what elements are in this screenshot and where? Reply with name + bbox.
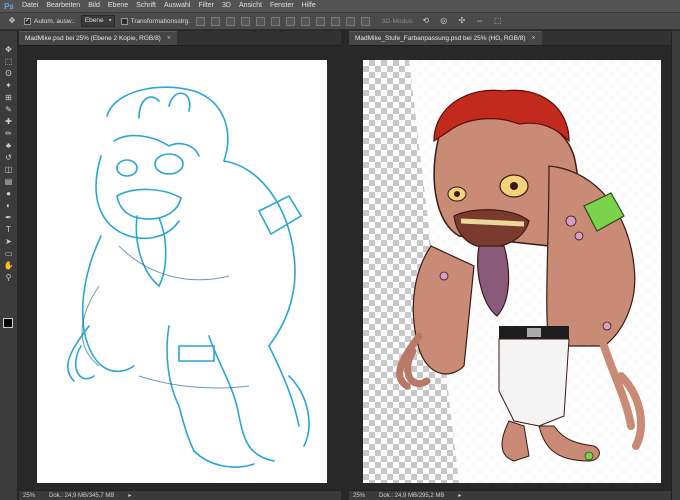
transform-controls-label: Transformationsstrg. xyxy=(130,17,190,25)
3d-rotate-icon[interactable]: ⟲ xyxy=(420,16,432,26)
menu-hilfe[interactable]: Hilfe xyxy=(298,0,320,12)
menu-filter[interactable]: Filter xyxy=(194,0,218,12)
menu-bild[interactable]: Bild xyxy=(84,0,104,12)
menu-fenster[interactable]: Fenster xyxy=(266,0,298,12)
zoom-icon[interactable]: ⚲ xyxy=(3,273,15,283)
move-icon[interactable]: ✥ xyxy=(3,45,15,55)
healing-icon[interactable]: ✚ xyxy=(3,117,15,127)
dodge-icon[interactable]: ◐ xyxy=(3,201,15,211)
status-bar-right: 25% Dok.: 24,9 MB/295,2 MB ▸ xyxy=(349,490,671,500)
doc-info-right: Dok.: 24,9 MB/295,2 MB xyxy=(379,492,445,499)
distribute-left-icon[interactable] xyxy=(331,16,340,26)
distribute-right-icon[interactable] xyxy=(361,16,370,26)
toolbox: ✥ ⬚ ʘ ✦ ⊞ ✎ ✚ ✏ ♣ ↺ ◫ ▤ ● ◐ ✒ T ➤ ▭ ✋ ⚲ xyxy=(0,31,18,500)
align-right-icon[interactable] xyxy=(271,16,280,26)
transform-controls-option[interactable]: Transformationsstrg. xyxy=(120,17,190,25)
photoshop-logo: Ps xyxy=(4,1,14,11)
menu-ansicht[interactable]: Ansicht xyxy=(235,0,266,12)
auto-select-dropdown[interactable]: Ebene xyxy=(80,15,115,27)
distribute-bottom-icon[interactable] xyxy=(316,16,325,26)
menu-3d[interactable]: 3D xyxy=(218,0,235,12)
marquee-icon[interactable]: ⬚ xyxy=(3,57,15,67)
brush-icon[interactable]: ✏ xyxy=(3,129,15,139)
type-icon[interactable]: T xyxy=(3,225,15,235)
shape-icon[interactable]: ▭ xyxy=(3,249,15,259)
3d-roll-icon[interactable]: ◎ xyxy=(438,16,450,26)
zoom-level-right[interactable]: 25% xyxy=(353,493,365,499)
blur-icon[interactable]: ● xyxy=(3,189,15,199)
crop-icon[interactable]: ⊞ xyxy=(3,93,15,103)
tab-title-right: MadMike_Stufe_Farbanpassung.psd bei 25% … xyxy=(355,35,526,42)
options-bar: ✥ ✓ Autom. ausw.: Ebene Transformationss… xyxy=(0,13,680,30)
status-arrow-icon[interactable]: ▸ xyxy=(458,492,461,499)
canvas-area-right[interactable] xyxy=(349,46,671,490)
stamp-icon[interactable]: ♣ xyxy=(3,141,15,151)
auto-select-label: Autom. ausw.: xyxy=(34,17,75,25)
lasso-icon[interactable]: ʘ xyxy=(3,69,15,79)
close-icon[interactable]: × xyxy=(167,35,171,42)
transform-controls-checkbox[interactable] xyxy=(120,17,128,25)
align-vcenter-icon[interactable] xyxy=(211,16,220,26)
status-bar-left: 25% Dok.: 24,9 MB/345,7 MB ▸ xyxy=(19,490,341,500)
tab-madmike[interactable]: MadMike.psd bei 25% (Ebene 2 Kopie, RGB/… xyxy=(19,31,177,45)
auto-select-checkbox[interactable]: ✓ xyxy=(24,17,31,25)
document-window-left: MadMike.psd bei 25% (Ebene 2 Kopie, RGB/… xyxy=(19,31,341,500)
panel-dock-strip xyxy=(671,31,680,500)
menu-bearbeiten[interactable]: Bearbeiten xyxy=(42,0,84,12)
3d-scale-icon[interactable]: ⬚ xyxy=(492,16,504,26)
distribute-top-icon[interactable] xyxy=(286,16,295,26)
doc-info-left: Dok.: 24,9 MB/345,7 MB xyxy=(49,492,115,499)
sketch-canvas xyxy=(37,60,327,483)
align-hcenter-icon[interactable] xyxy=(256,16,265,26)
zoom-level-left[interactable]: 25% xyxy=(23,493,35,499)
hand-icon[interactable]: ✋ xyxy=(3,261,15,271)
auto-select-option[interactable]: ✓ Autom. ausw.: xyxy=(24,17,75,25)
menu-bar: Ps Datei Bearbeiten Bild Ebene Schrift A… xyxy=(0,0,680,13)
eraser-icon[interactable]: ◫ xyxy=(3,165,15,175)
path-select-icon[interactable]: ➤ xyxy=(3,237,15,247)
menu-datei[interactable]: Datei xyxy=(18,0,42,12)
document-window-right: MadMike_Stufe_Farbanpassung.psd bei 25% … xyxy=(349,31,671,500)
gradient-icon[interactable]: ▤ xyxy=(3,177,15,187)
color-canvas xyxy=(396,60,661,483)
canvas-area-left[interactable] xyxy=(19,46,341,490)
menu-schrift[interactable]: Schrift xyxy=(132,0,160,12)
align-bottom-icon[interactable] xyxy=(226,16,235,26)
mode-3d-label: 3D-Modus: xyxy=(382,17,414,25)
close-icon[interactable]: × xyxy=(532,35,536,42)
menu-auswahl[interactable]: Auswahl xyxy=(160,0,194,12)
move-tool-preset-icon[interactable]: ✥ xyxy=(6,16,18,26)
pen-icon[interactable]: ✒ xyxy=(3,213,15,223)
history-brush-icon[interactable]: ↺ xyxy=(3,153,15,163)
tab-title-left: MadMike.psd bei 25% (Ebene 2 Kopie, RGB/… xyxy=(25,35,161,42)
align-top-icon[interactable] xyxy=(196,16,205,26)
3d-slide-icon[interactable]: ⇔ xyxy=(474,16,486,26)
magic-wand-icon[interactable]: ✦ xyxy=(3,81,15,91)
eyedropper-icon[interactable]: ✎ xyxy=(3,105,15,115)
distribute-hcenter-icon[interactable] xyxy=(346,16,355,26)
align-left-icon[interactable] xyxy=(241,16,250,26)
tab-madmike-stufe[interactable]: MadMike_Stufe_Farbanpassung.psd bei 25% … xyxy=(349,31,542,45)
menu-ebene[interactable]: Ebene xyxy=(104,0,132,12)
distribute-vcenter-icon[interactable] xyxy=(301,16,310,26)
foreground-color-swatch[interactable] xyxy=(3,318,13,328)
3d-pan-icon[interactable]: ✣ xyxy=(456,16,468,26)
status-arrow-icon[interactable]: ▸ xyxy=(128,492,131,499)
